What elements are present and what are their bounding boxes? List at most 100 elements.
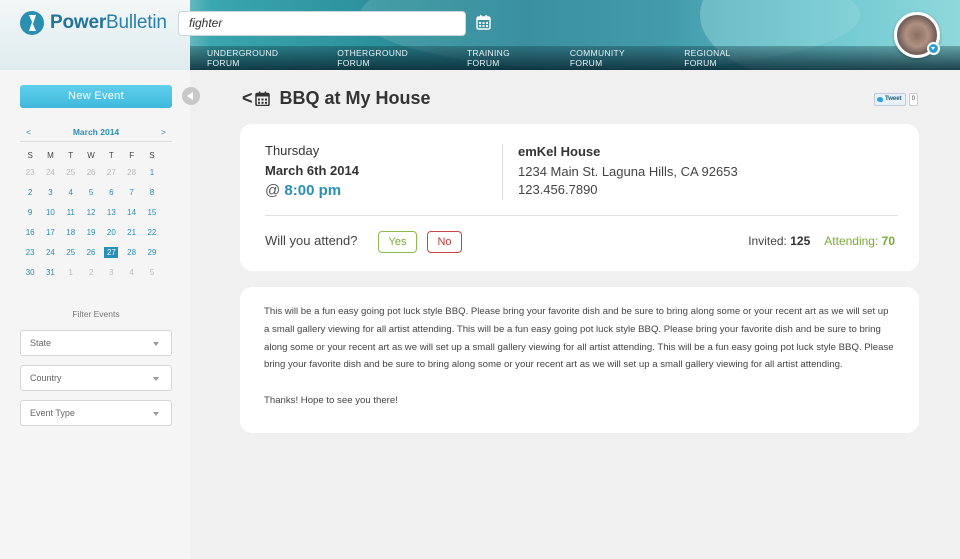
- back-button[interactable]: <: [242, 88, 253, 109]
- calendar-day[interactable]: 15: [142, 203, 162, 223]
- calendar-day[interactable]: 1: [61, 263, 81, 283]
- filter-events-title: Filter Events: [72, 309, 120, 319]
- calendar-day[interactable]: 21: [121, 223, 141, 243]
- calendar-day[interactable]: 24: [40, 163, 60, 183]
- attend-yes-button[interactable]: Yes: [378, 231, 417, 253]
- attendance-stats: Invited: 125 Attending: 70: [748, 234, 895, 248]
- calendar-day[interactable]: 29: [142, 243, 162, 263]
- calendar-day[interactable]: 25: [61, 163, 81, 183]
- venue-name: emKel House: [518, 144, 601, 159]
- calendar-day[interactable]: 17: [40, 223, 60, 243]
- sidebar: New Event < March 2014 > S M T W T F S 2…: [0, 70, 190, 559]
- event-date: March 6th 2014: [265, 163, 359, 178]
- select-value: State: [30, 338, 52, 348]
- invited-stat: Invited: 125: [748, 234, 810, 248]
- nav-regional-forum[interactable]: REGIONAL FORUM: [684, 48, 763, 68]
- calendar-day[interactable]: 12: [81, 203, 101, 223]
- event-day: Thursday: [265, 143, 320, 158]
- calendar-day[interactable]: 30: [20, 263, 40, 283]
- attending-stat: Attending: 70: [824, 234, 895, 248]
- calendar-day[interactable]: 5: [142, 263, 162, 283]
- calendar-day[interactable]: 27: [101, 243, 121, 263]
- weekday-label: S: [149, 151, 155, 160]
- calendar-day[interactable]: 2: [81, 263, 101, 283]
- calendar-day[interactable]: 27: [101, 163, 121, 183]
- event-title-bar: < BBQ at My House: [242, 88, 431, 109]
- closing-text: Thanks! Hope to see you there!: [264, 394, 398, 406]
- search-input[interactable]: fighter: [178, 11, 466, 36]
- calendar-day[interactable]: 19: [81, 223, 101, 243]
- calendar-day[interactable]: 23: [20, 243, 40, 263]
- calendar-day[interactable]: 3: [40, 183, 60, 203]
- venue-address: 1234 Main St. Laguna Hills, CA 92653: [518, 164, 738, 179]
- calendar-day[interactable]: 13: [101, 203, 121, 223]
- invited-label: Invited:: [748, 234, 791, 248]
- calendar-weekdays: S M T W T F S: [20, 149, 172, 163]
- chevron-down-icon[interactable]: [927, 42, 940, 55]
- tweet-button[interactable]: Tweet: [874, 93, 906, 106]
- select-value: Event Type: [30, 408, 75, 418]
- weekday-label: M: [47, 151, 54, 160]
- next-month-button[interactable]: >: [161, 127, 166, 137]
- calendar-day[interactable]: 16: [20, 223, 40, 243]
- calendar-day[interactable]: 7: [121, 183, 141, 203]
- state-select[interactable]: State: [20, 330, 172, 356]
- calendar-icon: [254, 91, 270, 106]
- event-description-card: This will be a fun easy going pot luck s…: [240, 287, 919, 433]
- calendar-day[interactable]: 20: [101, 223, 121, 243]
- calendar-day[interactable]: 9: [20, 203, 40, 223]
- attending-label: Attending:: [824, 234, 882, 248]
- collapse-sidebar-button[interactable]: [182, 87, 200, 105]
- new-event-button[interactable]: New Event: [20, 85, 172, 108]
- country-select[interactable]: Country: [20, 365, 172, 391]
- calendar-day[interactable]: 28: [121, 163, 141, 183]
- chevron-down-icon: [153, 342, 159, 346]
- calendar-day[interactable]: 4: [121, 263, 141, 283]
- divider: [502, 144, 503, 200]
- nav-underground-forum[interactable]: UNDERGROUND FORUM: [207, 48, 310, 68]
- nav-otherground-forum[interactable]: OTHERGROUND FORUM: [337, 48, 440, 68]
- attending-count: 70: [881, 234, 895, 248]
- weekday-label: S: [27, 151, 33, 160]
- attend-no-button[interactable]: No: [427, 231, 462, 253]
- weekday-label: F: [129, 151, 135, 160]
- calendar-day[interactable]: 6: [101, 183, 121, 203]
- calendar-month-label: March 2014: [72, 126, 120, 137]
- page-title: BBQ at My House: [279, 88, 431, 108]
- calendar-days: 23 24 25 26 27 28 1 2 3 4 5 6 7 8 9 10 11 12 13 14 15 16 17 18 1…: [20, 163, 172, 283]
- weekday-label: W: [87, 151, 95, 160]
- calendar-day[interactable]: 8: [142, 183, 162, 203]
- calendar-day[interactable]: 10: [40, 203, 60, 223]
- calendar-day[interactable]: 4: [61, 183, 81, 203]
- event-description: This will be a fun easy going pot luck s…: [264, 303, 896, 410]
- calendar-day[interactable]: 14: [121, 203, 141, 223]
- select-value: Country: [30, 373, 62, 383]
- calendar-day[interactable]: 2: [20, 183, 40, 203]
- calendar-day[interactable]: 22: [142, 223, 162, 243]
- calendar-day[interactable]: 11: [61, 203, 81, 223]
- site-logo[interactable]: PowerBulletin: [20, 11, 167, 35]
- weekday-label: T: [68, 151, 74, 160]
- calendar-day[interactable]: 25: [61, 243, 81, 263]
- event-type-select[interactable]: Event Type: [20, 400, 172, 426]
- calendar-day[interactable]: 5: [81, 183, 101, 203]
- event-details-card: Thursday March 6th 2014 @ 8:00 pm emKel …: [240, 124, 919, 271]
- nav-community-forum[interactable]: COMMUNITY FORUM: [570, 48, 657, 68]
- tweet-count: 0: [908, 93, 918, 106]
- calendar-day[interactable]: 26: [81, 243, 101, 263]
- calendar-icon[interactable]: [476, 14, 491, 30]
- calendar-day[interactable]: 3: [101, 263, 121, 283]
- time-value: 8:00 pm: [284, 182, 342, 199]
- nav-training-forum[interactable]: TRAINING FORUM: [467, 48, 543, 68]
- twitter-bird-icon: [877, 97, 883, 102]
- weekday-label: T: [108, 151, 114, 160]
- logo-text: PowerBulletin: [50, 12, 167, 33]
- prev-month-button[interactable]: <: [26, 127, 31, 137]
- calendar-day[interactable]: 31: [40, 263, 60, 283]
- calendar-day[interactable]: 24: [40, 243, 60, 263]
- calendar-day[interactable]: 18: [61, 223, 81, 243]
- calendar-day[interactable]: 23: [20, 163, 40, 183]
- calendar-day[interactable]: 28: [121, 243, 141, 263]
- calendar-day[interactable]: 26: [81, 163, 101, 183]
- calendar-day[interactable]: 1: [142, 163, 162, 183]
